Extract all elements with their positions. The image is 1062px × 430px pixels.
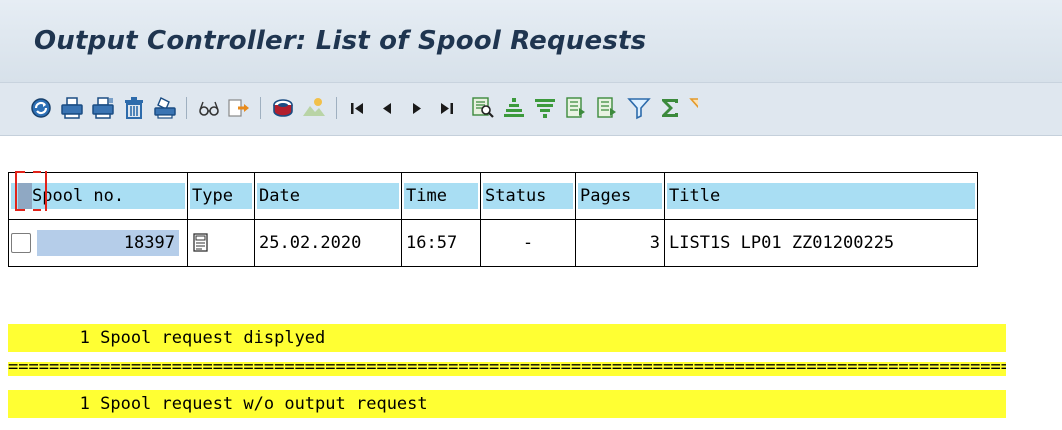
status-message-no-output: 1 Spool request w/o output request <box>8 390 1006 418</box>
spool-no-cell[interactable]: 18397 <box>8 219 188 267</box>
pages-cell: 3 <box>575 219 665 267</box>
previous-page-icon[interactable] <box>374 95 400 121</box>
last-page-icon[interactable] <box>434 95 460 121</box>
time-cell: 16:57 <box>401 219 481 267</box>
select-all-button[interactable] <box>13 171 47 211</box>
status-message-displayed: 1 Spool request displyed <box>8 324 1006 352</box>
sort-descending-icon[interactable] <box>532 95 558 121</box>
column-header-date[interactable]: Date <box>254 172 402 220</box>
find-icon[interactable] <box>470 95 496 121</box>
toolbar-separator <box>260 97 261 119</box>
message-separator: ========================================… <box>8 362 1006 376</box>
column-header-status[interactable]: Status <box>480 172 576 220</box>
print-with-changes-icon[interactable] <box>90 95 116 121</box>
first-page-icon[interactable] <box>344 95 370 121</box>
column-header-time[interactable]: Time <box>401 172 481 220</box>
table-row[interactable]: 18397 25.02.2020 16:57 - 3 LIST1S LP01 Z… <box>8 219 978 267</box>
total-icon[interactable] <box>657 95 683 121</box>
spool-requests-table: Spool no. Type Date Time Status Pages Ti… <box>8 171 978 267</box>
more-icon[interactable] <box>688 95 698 121</box>
next-page-icon[interactable] <box>404 95 430 121</box>
print-icon[interactable] <box>59 95 85 121</box>
application-toolbar <box>0 83 1062 136</box>
status-cell[interactable]: - <box>480 219 576 267</box>
set-filter-icon[interactable] <box>563 95 589 121</box>
sort-ascending-icon[interactable] <box>501 95 527 121</box>
column-header-title[interactable]: Title <box>664 172 978 220</box>
column-header-type[interactable]: Type <box>187 172 255 220</box>
select-layout-icon[interactable] <box>594 95 620 121</box>
display-contents-icon[interactable] <box>196 95 222 121</box>
date-cell: 25.02.2020 <box>254 219 402 267</box>
output-requests-icon[interactable] <box>226 95 252 121</box>
refresh-icon[interactable] <box>28 95 54 121</box>
title-cell: LIST1S LP01 ZZ01200225 <box>664 219 978 267</box>
print-directly-icon[interactable] <box>152 95 178 121</box>
background-icon[interactable] <box>301 95 327 121</box>
spool-list-area: Spool no. Type Date Time Status Pages Ti… <box>0 136 1062 430</box>
table-header-row: Spool no. Type Date Time Status Pages Ti… <box>8 171 978 220</box>
spool-number[interactable]: 18397 <box>37 230 179 256</box>
title-bar: Output Controller: List of Spool Request… <box>0 0 1062 83</box>
toolbar-separator <box>186 97 187 119</box>
type-cell[interactable] <box>187 219 255 267</box>
document-icon[interactable] <box>192 233 210 253</box>
attributes-icon[interactable] <box>270 95 296 121</box>
row-checkbox[interactable] <box>11 233 31 253</box>
column-header-pages[interactable]: Pages <box>575 172 665 220</box>
page-title: Output Controller: List of Spool Request… <box>34 26 647 56</box>
column-header-spool-no[interactable]: Spool no. <box>8 171 188 220</box>
delete-icon[interactable] <box>121 95 147 121</box>
toolbar-separator <box>336 97 337 119</box>
filter-icon[interactable] <box>626 95 652 121</box>
